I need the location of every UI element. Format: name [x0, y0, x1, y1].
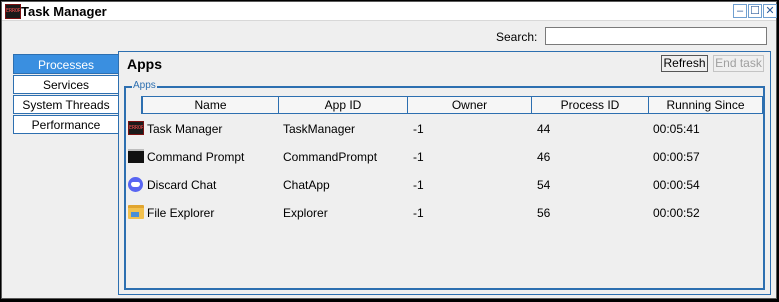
column-header-app-id[interactable]: App ID — [279, 96, 408, 114]
cell-app-id: CommandPrompt — [283, 150, 378, 164]
cell-running-since: 00:00:57 — [653, 150, 700, 164]
search-input[interactable] — [545, 27, 767, 45]
title-bar[interactable]: ERROR Task Manager – ☐ ✕ — [2, 2, 777, 21]
close-button[interactable]: ✕ — [763, 4, 777, 18]
column-header-process-id[interactable]: Process ID — [532, 96, 649, 114]
minimize-button[interactable]: – — [733, 4, 747, 18]
sidebar: Processes Services System Threads Perfor… — [13, 54, 118, 135]
cell-owner: -1 — [413, 178, 424, 192]
refresh-button[interactable]: Refresh — [661, 55, 708, 72]
table-row[interactable]: File Explorer Explorer -1 56 00:00:52 — [126, 200, 763, 228]
panel-title: Apps — [127, 56, 162, 72]
apps-panel: Apps Refresh End task Apps Name App ID O… — [118, 51, 771, 295]
task-manager-icon: ERROR — [128, 121, 144, 135]
discord-icon — [128, 177, 143, 192]
cell-running-since: 00:00:54 — [653, 178, 700, 192]
cell-name: Command Prompt — [147, 150, 245, 164]
cell-owner: -1 — [413, 150, 424, 164]
command-prompt-icon — [128, 149, 144, 163]
table-row[interactable]: Command Prompt CommandPrompt -1 46 00:00… — [126, 144, 763, 172]
table-row[interactable]: ERROR Task Manager TaskManager -1 44 00:… — [126, 116, 763, 144]
group-label: Apps — [132, 80, 157, 91]
end-task-button[interactable]: End task — [713, 55, 764, 72]
cell-running-since: 00:00:52 — [653, 206, 700, 220]
cell-running-since: 00:05:41 — [653, 122, 700, 136]
cell-owner: -1 — [413, 122, 424, 136]
search-label: Search: — [496, 30, 538, 44]
cell-app-id: TaskManager — [283, 122, 356, 136]
table-row[interactable]: Discard Chat ChatApp -1 54 00:00:54 — [126, 172, 763, 200]
apps-group: Apps Name App ID Owner Process ID Runnin… — [124, 80, 765, 290]
cell-process-id: 44 — [537, 122, 551, 136]
cell-name: File Explorer — [147, 206, 215, 220]
cell-owner: -1 — [413, 206, 424, 220]
cell-app-id: ChatApp — [283, 178, 330, 192]
sidebar-item-services[interactable]: Services — [13, 75, 118, 94]
cell-process-id: 54 — [537, 178, 551, 192]
column-header-owner[interactable]: Owner — [408, 96, 532, 114]
cell-app-id: Explorer — [283, 206, 328, 220]
cell-process-id: 46 — [537, 150, 551, 164]
folder-icon — [128, 205, 144, 219]
cell-name: Discard Chat — [147, 178, 217, 192]
column-header-running-since[interactable]: Running Since — [649, 96, 763, 114]
task-manager-window: ERROR Task Manager – ☐ ✕ Search: Process… — [1, 1, 777, 299]
sidebar-item-performance[interactable]: Performance — [13, 115, 118, 134]
table-header: Name App ID Owner Process ID Running Sin… — [141, 96, 763, 114]
column-header-name[interactable]: Name — [143, 96, 279, 114]
maximize-button[interactable]: ☐ — [748, 4, 762, 18]
app-icon: ERROR — [5, 4, 21, 19]
cell-name: Task Manager — [147, 122, 223, 136]
window-title: Task Manager — [21, 4, 107, 19]
cell-process-id: 56 — [537, 206, 551, 220]
sidebar-item-system-threads[interactable]: System Threads — [13, 95, 118, 114]
sidebar-item-processes[interactable]: Processes — [13, 54, 118, 74]
